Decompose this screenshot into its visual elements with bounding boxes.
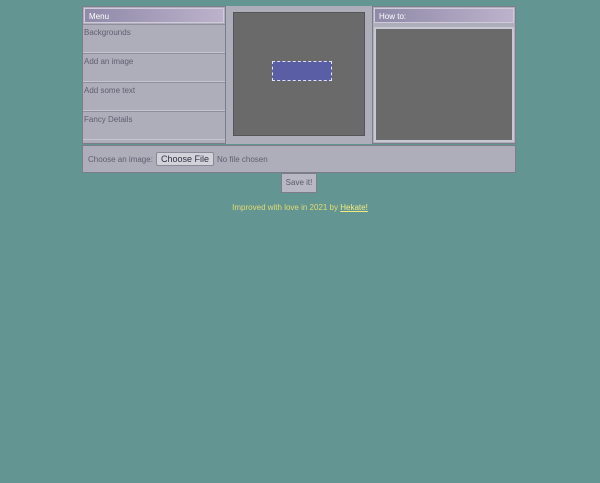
- choose-file-button[interactable]: Choose File: [155, 152, 214, 166]
- upload-label: Choose an image:: [88, 154, 153, 164]
- canvas-panel: [226, 6, 372, 144]
- menu-item-add-text[interactable]: Add some text: [83, 82, 225, 111]
- menu-panel: Menu Backgrounds Add an image Add some t…: [82, 6, 226, 144]
- editor-canvas[interactable]: [233, 12, 365, 136]
- menu-item-backgrounds[interactable]: Backgrounds: [83, 24, 225, 53]
- howto-header: How to:: [374, 8, 514, 23]
- selected-layer[interactable]: [272, 61, 332, 81]
- credit-link[interactable]: Hekate!: [340, 203, 368, 212]
- credit-line: Improved with love in 2021 by Hekate!: [0, 203, 600, 212]
- howto-panel: How to:: [372, 6, 516, 144]
- upload-row: Choose an image: Choose File No file cho…: [82, 145, 516, 173]
- menu-item-fancy-details[interactable]: Fancy Details: [83, 111, 225, 140]
- page: Menu Backgrounds Add an image Add some t…: [0, 0, 600, 483]
- menu-header: Menu: [84, 8, 224, 23]
- save-button[interactable]: Save it!: [281, 173, 317, 193]
- credit-text: Improved with love in 2021 by: [232, 203, 339, 212]
- menu-item-add-image[interactable]: Add an image: [83, 53, 225, 82]
- howto-content: [374, 27, 514, 142]
- file-status: No file chosen: [216, 154, 268, 164]
